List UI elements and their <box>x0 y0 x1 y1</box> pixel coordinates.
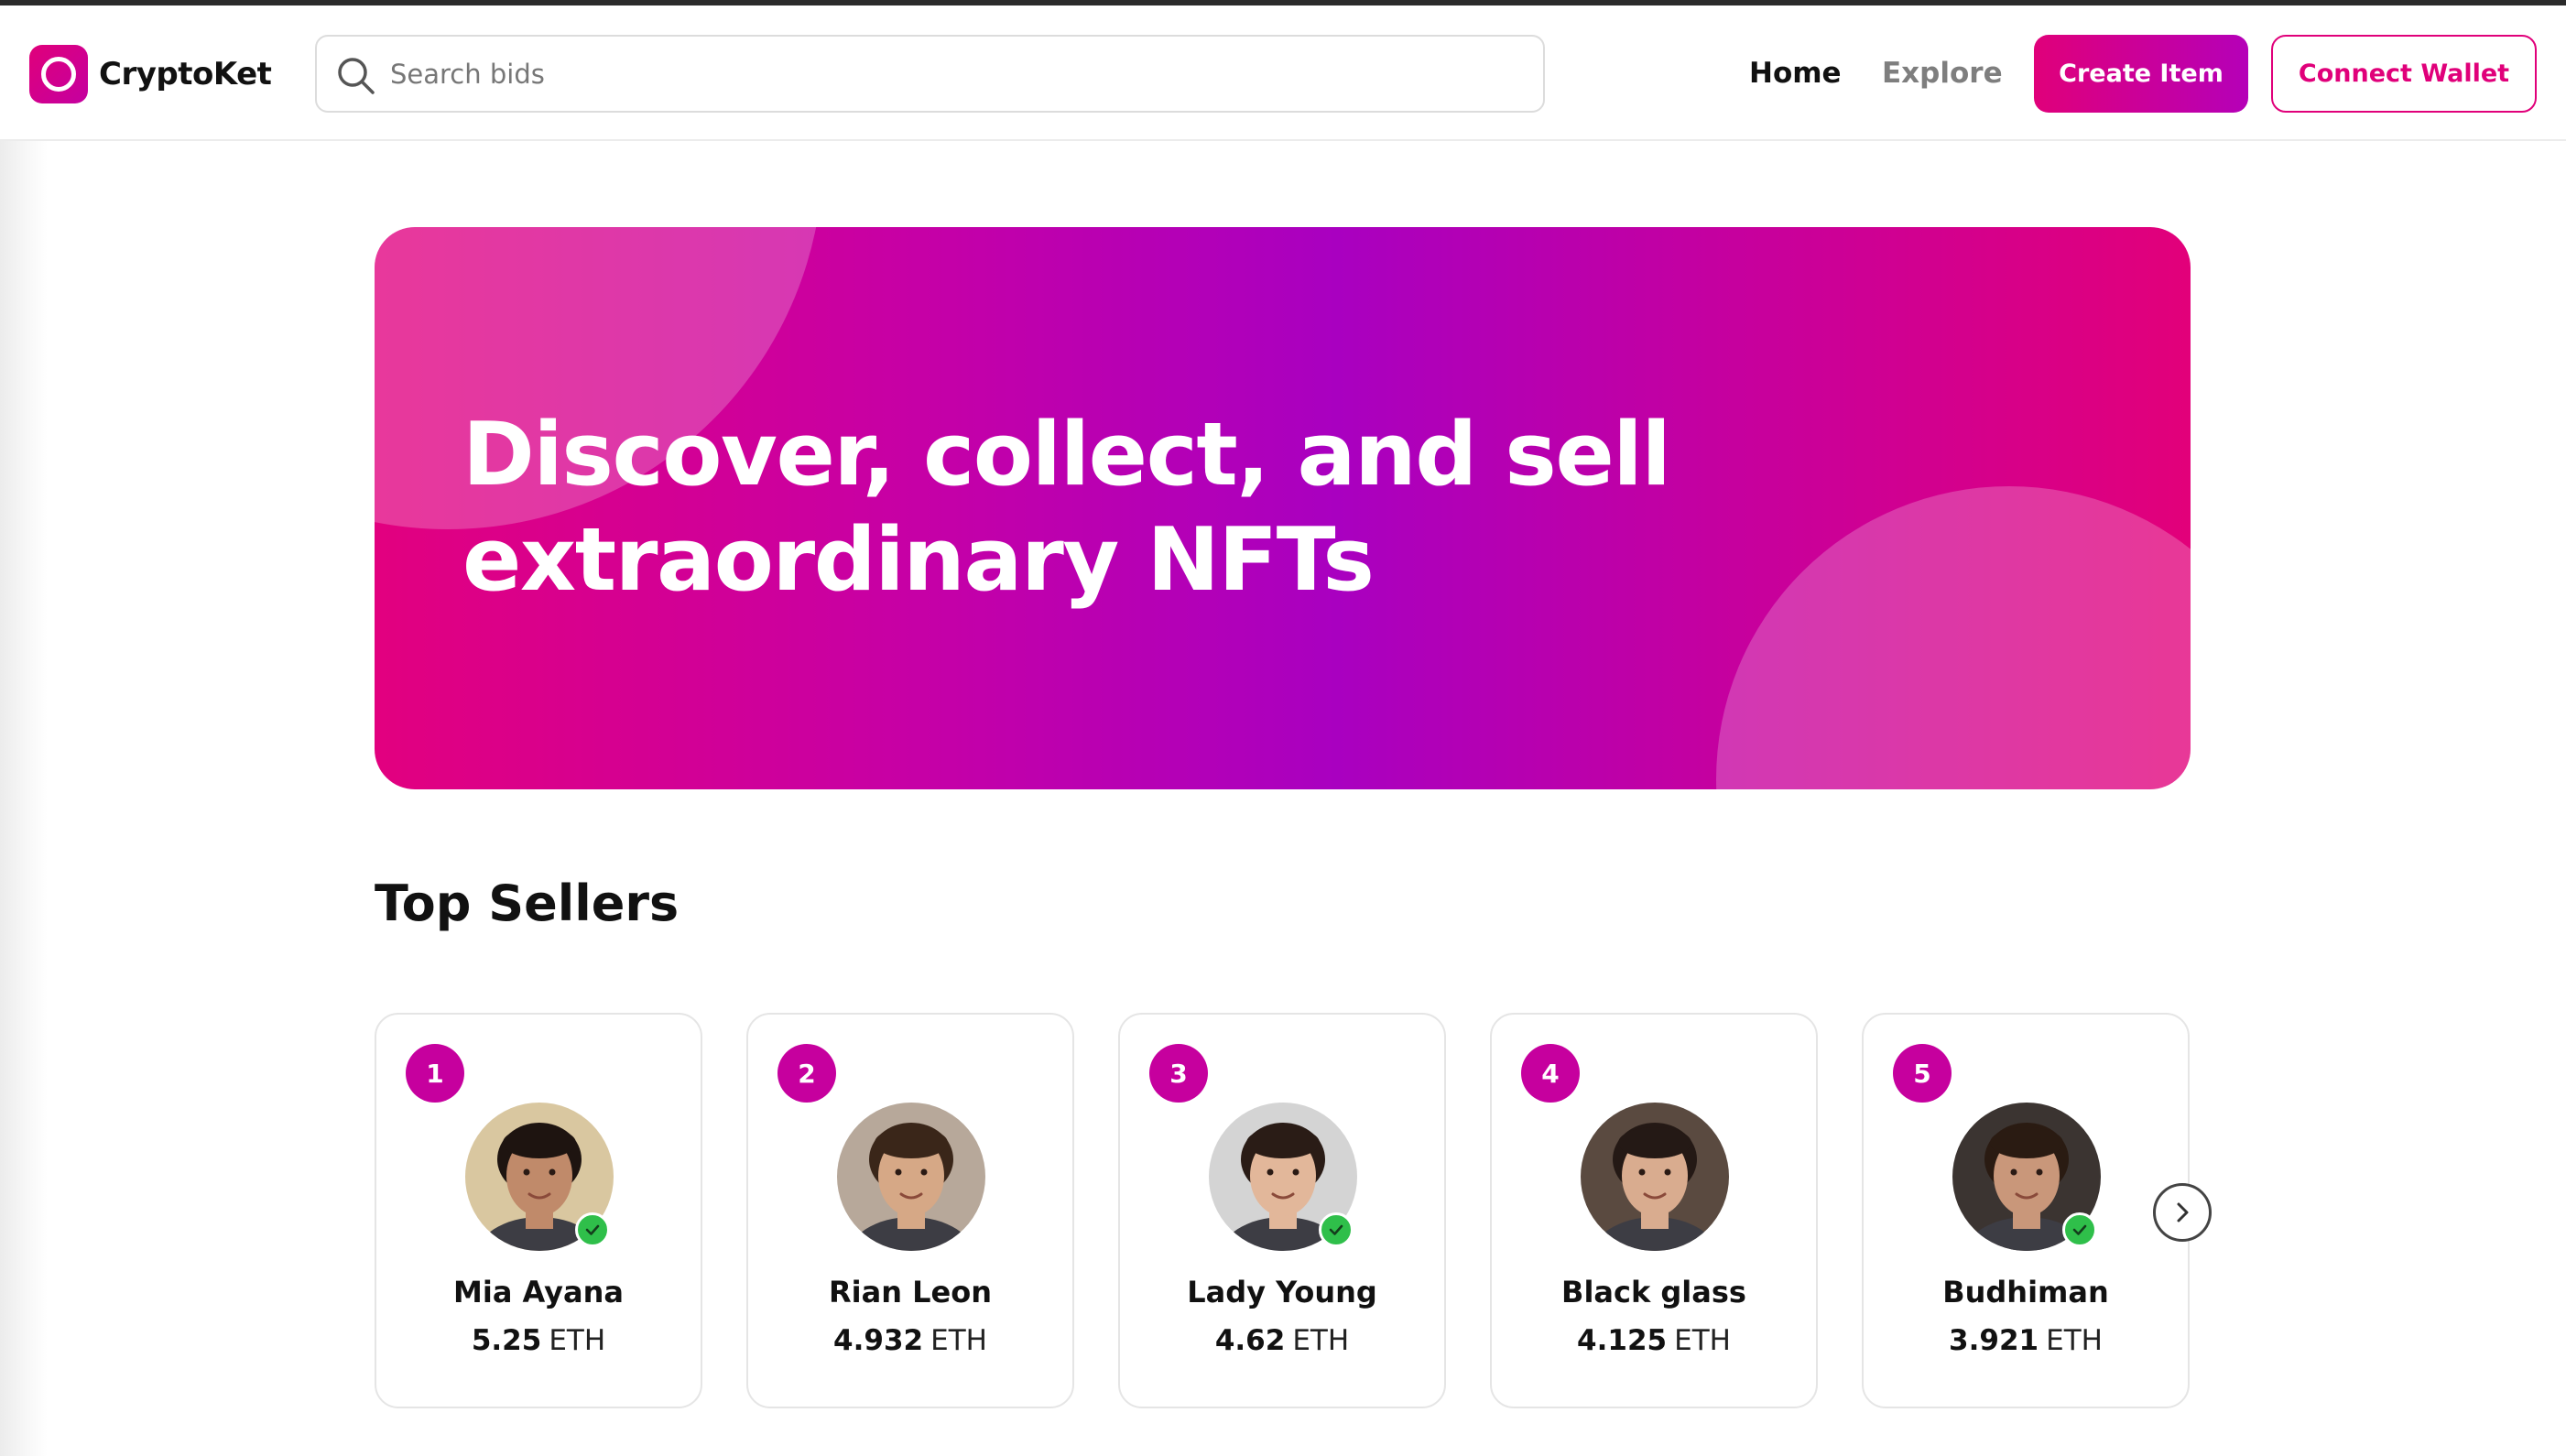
avatar <box>837 1103 985 1251</box>
amount-unit: ETH <box>1292 1324 1350 1357</box>
search-icon <box>338 58 375 94</box>
seller-card[interactable]: 1 Mia Ayana 5.25 ETH <box>375 1013 702 1408</box>
seller-name: Black glass <box>1561 1275 1746 1309</box>
verified-badge <box>575 1212 610 1247</box>
seller-card[interactable]: 2 Rian Leon 4.932 ETH <box>746 1013 1074 1408</box>
avatar <box>465 1103 614 1251</box>
avatar <box>1952 1103 2101 1251</box>
connect-wallet-button[interactable]: Connect Wallet <box>2271 35 2537 113</box>
top-sellers-list: 1 Mia Ayana 5.25 ETH 2 Rian Leon 4.932 ETH 3 Lady… <box>375 1013 2206 1408</box>
amount-unit: ETH <box>1674 1324 1731 1357</box>
amount-value: 3.921 <box>1949 1324 2039 1357</box>
rank-badge: 2 <box>777 1044 836 1103</box>
seller-amount: 4.62 ETH <box>1120 1324 1444 1357</box>
rank-badge: 5 <box>1893 1044 1952 1103</box>
logo[interactable]: CryptoKet <box>29 45 272 103</box>
verified-badge <box>2062 1212 2097 1247</box>
seller-name: Mia Ayana <box>453 1275 624 1309</box>
seller-name: Lady Young <box>1187 1275 1377 1309</box>
search-bar[interactable] <box>315 35 1545 113</box>
check-icon <box>1329 1224 1343 1235</box>
logo-icon <box>29 45 88 103</box>
rank-badge: 4 <box>1521 1044 1580 1103</box>
nav-home-link[interactable]: Home <box>1749 57 1842 90</box>
seller-card[interactable]: 3 Lady Young 4.62 ETH <box>1118 1013 1446 1408</box>
logo-text: CryptoKet <box>99 56 272 92</box>
avatar <box>1581 1103 1729 1251</box>
hero-title: Discover, collect, and sell extraordinar… <box>462 403 1745 614</box>
seller-card[interactable]: 4 Black glass 4.125 ETH <box>1490 1013 1818 1408</box>
check-icon <box>2072 1224 2087 1235</box>
amount-value: 5.25 <box>471 1324 542 1357</box>
seller-amount: 3.921 ETH <box>1864 1324 2188 1357</box>
amount-unit: ETH <box>549 1324 606 1357</box>
page-left-shadow <box>0 5 48 1456</box>
navbar: CryptoKet Home Explore Create Item Conne… <box>0 5 2566 141</box>
seller-name: Rian Leon <box>829 1275 992 1309</box>
section-title: Top Sellers <box>375 875 680 932</box>
hero-decor-circle <box>1716 486 2191 789</box>
amount-unit: ETH <box>930 1324 987 1357</box>
search-input[interactable] <box>390 53 1517 95</box>
verified-badge <box>1319 1212 1354 1247</box>
seller-card[interactable]: 5 Budhiman 3.921 ETH <box>1862 1013 2190 1408</box>
seller-name: Budhiman <box>1942 1275 2109 1309</box>
nav-explore-link[interactable]: Explore <box>1882 57 2003 90</box>
hero-banner: Discover, collect, and sell extraordinar… <box>375 227 2191 789</box>
amount-unit: ETH <box>2046 1324 2103 1357</box>
rank-badge: 1 <box>406 1044 464 1103</box>
create-item-button[interactable]: Create Item <box>2034 35 2248 113</box>
amount-value: 4.62 <box>1214 1324 1286 1357</box>
seller-amount: 4.932 ETH <box>748 1324 1072 1357</box>
seller-amount: 4.125 ETH <box>1492 1324 1816 1357</box>
check-icon <box>585 1224 600 1235</box>
hero-title-line: extraordinary NFTs <box>462 510 1375 611</box>
seller-amount: 5.25 ETH <box>376 1324 701 1357</box>
next-button[interactable] <box>2153 1183 2212 1242</box>
amount-value: 4.125 <box>1577 1324 1668 1357</box>
avatar <box>1209 1103 1357 1251</box>
hero-title-line: Discover, collect, and sell <box>462 405 1671 505</box>
amount-value: 4.932 <box>833 1324 924 1357</box>
chevron-right-icon <box>2177 1202 2189 1222</box>
rank-badge: 3 <box>1149 1044 1208 1103</box>
